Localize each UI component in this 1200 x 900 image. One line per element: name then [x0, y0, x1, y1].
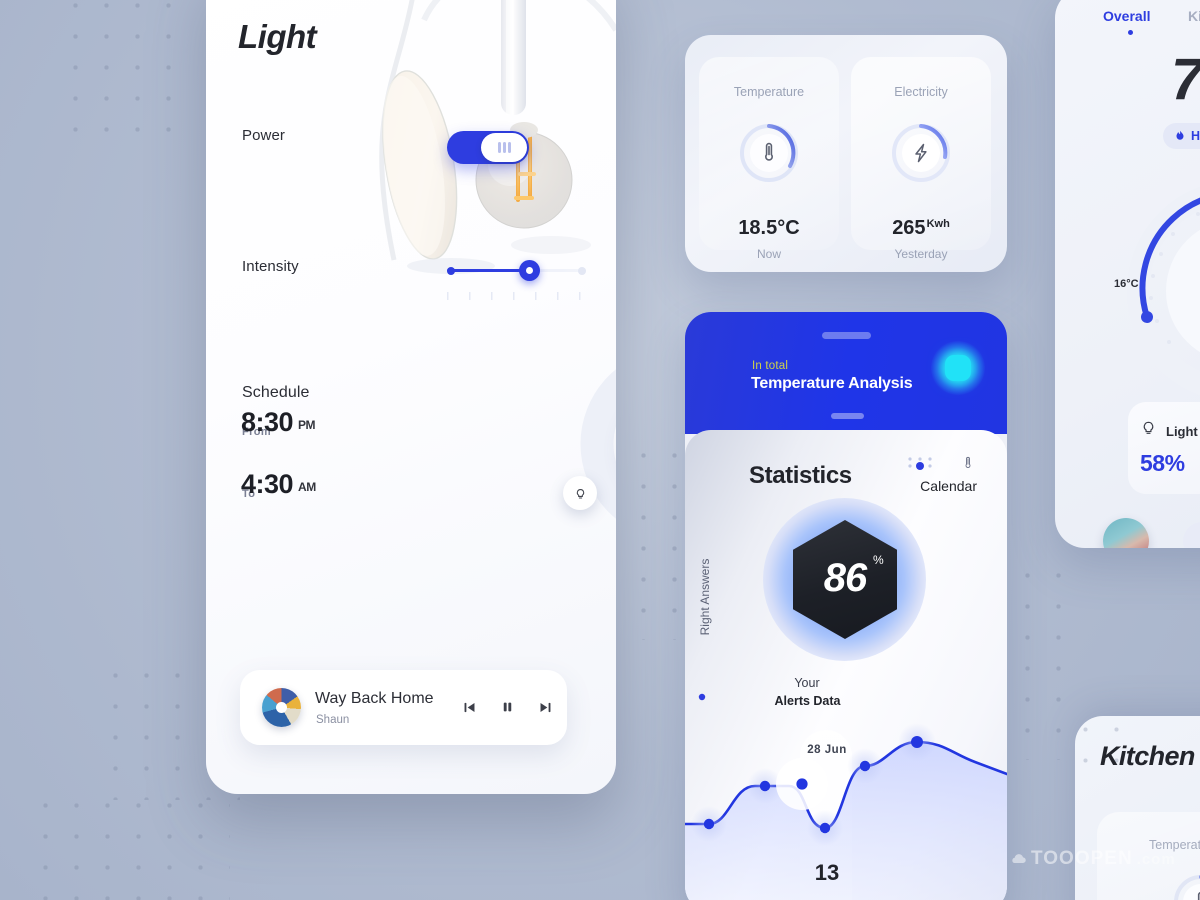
- sensor-name: Electricity: [894, 85, 948, 99]
- kitchen-title: Kitchen: [1100, 741, 1195, 771]
- music-player: Way Back Home Shaun: [240, 670, 567, 745]
- light-status-tile[interactable]: Light 58%: [1128, 402, 1200, 494]
- next-track-icon: [540, 702, 550, 712]
- overall-room-card: Overall Kitchen 7 H 16°C Light: [1055, 0, 1200, 548]
- next-track-button[interactable]: [534, 696, 556, 718]
- to-time[interactable]: 4:30 AM: [241, 469, 316, 500]
- sensor-value: 18.5°C: [738, 217, 800, 239]
- slider-thumb[interactable]: [519, 260, 540, 281]
- bulb-icon: [1143, 421, 1154, 434]
- background-dots-top-gap: [628, 440, 688, 640]
- gauge-axis-label: Right Answers: [698, 558, 712, 636]
- previous-track-button[interactable]: [458, 696, 480, 718]
- flame-icon: [1176, 130, 1184, 140]
- calendar-label[interactable]: Calendar: [920, 478, 977, 494]
- tab-kitchen[interactable]: Kitchen: [1188, 8, 1200, 24]
- chart-selected-value: 13: [814, 860, 840, 885]
- temperature-arc: [1127, 186, 1200, 396]
- from-meridiem: PM: [298, 418, 316, 432]
- schedule-ring[interactable]: [563, 346, 616, 542]
- bulb-off-icon: [576, 489, 584, 499]
- chart-selected-point[interactable]: [796, 778, 808, 790]
- intensity-slider[interactable]: [447, 260, 586, 284]
- slider-fill: [447, 269, 529, 272]
- schedule-label: Schedule: [242, 384, 310, 401]
- from-time-value: 8:30: [241, 407, 294, 437]
- to-time-value: 4:30: [241, 469, 294, 499]
- temperature-dial-svg: [740, 124, 798, 182]
- tab-overall[interactable]: Overall: [1103, 8, 1150, 24]
- background-dots-top-left: [60, 0, 190, 140]
- legend-line-2: Alerts Data: [774, 694, 841, 708]
- electricity-dial: [887, 119, 955, 187]
- heating-status-pill[interactable]: H: [1163, 123, 1200, 149]
- statistics-header: In total Temperature Analysis: [685, 312, 1007, 434]
- song-artist: Shaun: [316, 714, 350, 726]
- watermark: TOOOPEN .com: [1010, 848, 1176, 870]
- background-dots-bottom-left: [30, 790, 230, 900]
- electricity-dial-svg: [892, 124, 950, 182]
- pause-icon: [503, 702, 511, 712]
- slider-start-dot: [447, 266, 455, 275]
- sensor-tile-electricity[interactable]: Electricity 265Kwh Yesterday: [851, 57, 991, 261]
- song-title: Way Back Home: [315, 690, 434, 707]
- statistics-title: Statistics: [749, 462, 852, 489]
- thermometer-icon: [965, 457, 971, 468]
- to-meridiem: AM: [298, 480, 316, 494]
- intensity-label: Intensity: [242, 258, 299, 275]
- sensor-value-number: 265: [892, 217, 926, 239]
- previous-track-icon: [464, 702, 474, 712]
- schedule-ring-svg: [580, 369, 616, 519]
- slider-ticks: [447, 292, 586, 300]
- calendar-dots-icon[interactable]: [905, 455, 935, 473]
- play-pause-button[interactable]: [496, 696, 518, 718]
- overall-big-value: 7: [1171, 47, 1200, 112]
- gauge-unit: %: [873, 553, 884, 567]
- chart-selected-date: 28 Jun: [807, 744, 847, 756]
- light-tile-value: 58%: [1140, 450, 1185, 476]
- toggle-knob: [481, 133, 527, 162]
- statistics-body: Statistics Calendar Right Answers 86 % Y…: [685, 430, 1007, 900]
- slider-end-dot: [578, 266, 586, 275]
- from-time[interactable]: 8:30 PM: [241, 407, 316, 438]
- sensor-name: Temperature: [733, 85, 805, 99]
- temperature-dial: [735, 119, 803, 187]
- schedule-handle-to[interactable]: [563, 476, 597, 510]
- statistics-eyebrow: In total: [752, 360, 789, 372]
- sensor-tile-temperature[interactable]: Temperature 18.5°C Now: [699, 57, 839, 261]
- watermark-brand: TOOOPEN: [1031, 848, 1133, 869]
- legend-dot: [698, 693, 706, 701]
- power-label: Power: [242, 127, 286, 144]
- screen-root: Light Power Intensity Schedule From 8:30…: [0, 0, 1200, 900]
- watermark-suffix: .com: [1136, 850, 1176, 868]
- page-title: Light: [238, 18, 317, 55]
- kitchen-card: Kitchen Temperatu: [1075, 716, 1200, 900]
- user-avatar[interactable]: [1103, 518, 1149, 548]
- statistics-card: In total Temperature Analysis Statistics…: [685, 312, 1007, 900]
- sensor-summary-card: Temperature 18.5°C Now Electricity 265Kw…: [685, 35, 1007, 272]
- header-handle-bottom: [831, 413, 864, 419]
- light-tile-label: Light: [1166, 424, 1198, 439]
- power-toggle[interactable]: [447, 131, 529, 164]
- cloud-logo-icon: [1012, 853, 1026, 863]
- background-dots-mid-right: [1012, 560, 1082, 760]
- legend-line-1: Your: [794, 676, 820, 690]
- sensor-unit: Kwh: [926, 218, 950, 230]
- sensor-sub: Now: [756, 247, 781, 261]
- right-answers-gauge: 86 %: [763, 498, 926, 661]
- tab-active-indicator: [1128, 30, 1133, 35]
- album-cover: [262, 688, 301, 727]
- arc-min-label: 16°C: [1114, 278, 1139, 290]
- kitchen-temperature-dial: [1174, 875, 1200, 900]
- sensor-sub: Yesterday: [894, 247, 948, 261]
- action-pill[interactable]: Ho: [1183, 522, 1200, 548]
- statistics-headline: Temperature Analysis: [751, 375, 913, 392]
- power-toggle-glow-button[interactable]: [931, 341, 985, 395]
- light-control-card: Light Power Intensity Schedule From 8:30…: [206, 0, 616, 794]
- heating-status-label: H: [1191, 129, 1200, 143]
- sensor-value: 265Kwh: [851, 217, 991, 240]
- header-handle-top: [822, 332, 871, 339]
